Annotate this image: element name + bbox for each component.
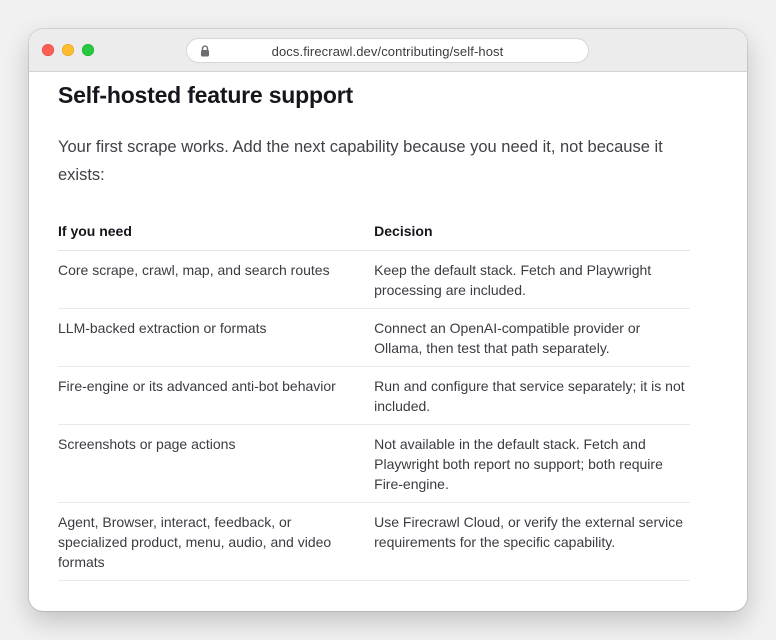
table-row: Screenshots or page actions Not availabl… (58, 424, 690, 503)
minimize-window-button[interactable] (62, 44, 74, 56)
zoom-window-button[interactable] (82, 44, 94, 56)
url-text: docs.firecrawl.dev/contributing/self-hos… (271, 44, 504, 59)
table-row: Fire-engine or its advanced anti-bot beh… (58, 366, 690, 425)
browser-window: docs.firecrawl.dev/contributing/self-hos… (29, 29, 747, 611)
table-row: Agent, Browser, interact, feedback, or s… (58, 502, 690, 581)
title-bar: docs.firecrawl.dev/contributing/self-hos… (29, 29, 747, 72)
column-header-need: If you need (58, 221, 375, 251)
need-cell: Screenshots or page actions (58, 424, 375, 503)
need-cell: Agent, Browser, interact, feedback, or s… (58, 502, 375, 581)
need-cell: Core scrape, crawl, map, and search rout… (58, 250, 375, 309)
table-header-row: If you need Decision (58, 221, 690, 251)
column-header-decision: Decision (374, 221, 690, 251)
need-cell: Fire-engine or its advanced anti-bot beh… (58, 366, 375, 425)
feature-support-table: If you need Decision Core scrape, crawl,… (58, 221, 690, 581)
decision-cell: Run and configure that service separatel… (374, 366, 690, 425)
page-title: Self-hosted feature support (58, 82, 353, 108)
need-cell: LLM-backed extraction or formats (58, 308, 375, 367)
decision-cell: Not available in the default stack. Fetc… (374, 424, 690, 503)
address-bar[interactable]: docs.firecrawl.dev/contributing/self-hos… (186, 38, 589, 63)
intro-paragraph: Your first scrape works. Add the next ca… (58, 138, 663, 184)
close-window-button[interactable] (42, 44, 54, 56)
table-row: LLM-backed extraction or formats Connect… (58, 308, 690, 367)
decision-cell: Use Firecrawl Cloud, or verify the exter… (374, 502, 690, 581)
table-row: Core scrape, crawl, map, and search rout… (58, 250, 690, 309)
decision-cell: Keep the default stack. Fetch and Playwr… (374, 250, 690, 309)
decision-cell: Connect an OpenAI-compatible provider or… (374, 308, 690, 367)
